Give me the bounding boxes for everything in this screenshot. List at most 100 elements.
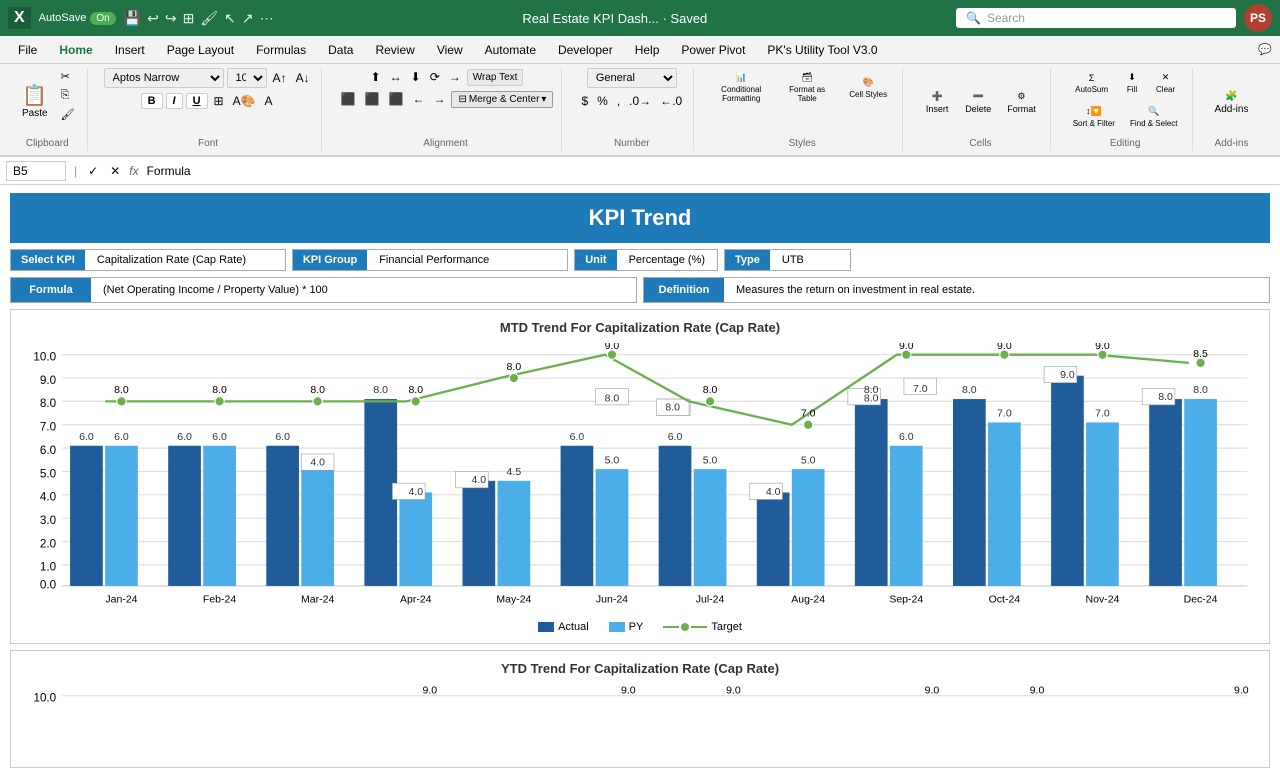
format-painter-button[interactable]: 🖌 xyxy=(57,106,79,123)
fill-color-btn[interactable]: A🎨 xyxy=(230,92,259,110)
number-format-select[interactable]: General xyxy=(587,68,677,88)
check-formula-btn[interactable]: ✓ xyxy=(85,162,101,180)
kpi-group-value[interactable]: Financial Performance xyxy=(367,250,567,270)
font-size-select[interactable]: 10 xyxy=(227,68,267,88)
menu-developer[interactable]: Developer xyxy=(548,39,623,61)
svg-text:8.0: 8.0 xyxy=(1193,384,1208,396)
copy-button[interactable]: ⎘ xyxy=(57,87,79,104)
svg-text:4.0: 4.0 xyxy=(766,486,781,498)
insert-btn[interactable]: ➕ Insert xyxy=(919,87,955,118)
bold-button[interactable]: B xyxy=(141,93,163,109)
comma-btn[interactable]: , xyxy=(614,92,623,110)
cut-button[interactable]: ✂ xyxy=(57,68,79,85)
share-icon[interactable]: ↗ xyxy=(242,10,254,27)
menu-pkutility[interactable]: PK's Utility Tool V3.0 xyxy=(757,39,887,61)
bar-actual-nov xyxy=(1051,376,1084,586)
align-right-btn[interactable]: ⬛ xyxy=(385,90,406,108)
menu-home[interactable]: Home xyxy=(49,39,102,61)
indent-decrease-btn[interactable]: ← xyxy=(409,90,427,108)
menu-pagelayout[interactable]: Page Layout xyxy=(157,39,244,61)
menu-file[interactable]: File xyxy=(8,39,47,61)
cell-reference[interactable] xyxy=(6,161,66,181)
menu-insert[interactable]: Insert xyxy=(105,39,155,61)
cancel-formula-btn[interactable]: ✕ xyxy=(107,162,123,180)
cell-styles-btn[interactable]: 🎨 Cell Styles xyxy=(842,73,894,103)
indent-increase-btn[interactable]: → xyxy=(446,68,464,86)
menubar: File Home Insert Page Layout Formulas Da… xyxy=(0,36,1280,64)
table-icon[interactable]: ⊞ xyxy=(183,10,195,27)
legend-py-color xyxy=(609,622,625,632)
menu-formulas[interactable]: Formulas xyxy=(246,39,316,61)
merge-center-btn[interactable]: ⊟ Merge & Center ▾ xyxy=(451,91,553,108)
legend-actual: Actual xyxy=(538,621,589,633)
select-kpi-value[interactable]: Capitalization Rate (Cap Rate) xyxy=(85,250,285,270)
underline-button[interactable]: U xyxy=(186,93,208,109)
clear-icon: ✕ xyxy=(1162,72,1170,83)
merge-dropdown-icon: ▾ xyxy=(541,94,546,105)
clear-btn[interactable]: ✕ Clear xyxy=(1150,68,1181,98)
conditional-format-btn[interactable]: 📊 Conditional Formatting xyxy=(710,68,772,107)
font-name-select[interactable]: Aptos Narrow xyxy=(104,68,224,88)
redo-icon[interactable]: ↪ xyxy=(165,10,177,27)
menu-data[interactable]: Data xyxy=(318,39,363,61)
menu-view[interactable]: View xyxy=(427,39,473,61)
unit-group: Unit Percentage (%) xyxy=(574,249,718,271)
user-avatar[interactable]: PS xyxy=(1244,4,1272,32)
decrease-font-btn[interactable]: A↓ xyxy=(293,69,313,87)
align-top-btn[interactable]: ⬆ xyxy=(368,68,384,86)
align-bottom-btn[interactable]: ⬇ xyxy=(408,68,424,86)
undo-icon[interactable]: ↩ xyxy=(147,10,159,27)
merge-icon: ⊟ xyxy=(458,94,466,105)
format-btn[interactable]: ⚙ Format xyxy=(1001,87,1042,118)
table-icon: 🗃 xyxy=(801,72,812,83)
comment-icon[interactable]: 💬 xyxy=(1258,43,1272,56)
addins-icon: 🧩 xyxy=(1225,91,1237,102)
delete-btn[interactable]: ➖ Delete xyxy=(959,87,997,118)
wrap-text-btn[interactable]: Wrap Text xyxy=(467,69,524,86)
paint-icon[interactable]: 🖌 xyxy=(200,10,218,27)
search-box[interactable]: 🔍 Search xyxy=(956,8,1236,28)
menu-automate[interactable]: Automate xyxy=(475,39,546,61)
formula-input[interactable]: Formula xyxy=(145,162,1274,180)
svg-text:7.0: 7.0 xyxy=(801,408,816,420)
align-left-btn[interactable]: ⬛ xyxy=(338,90,359,108)
cursor-icon[interactable]: ↖ xyxy=(224,10,236,27)
menu-help[interactable]: Help xyxy=(625,39,670,61)
autosave-toggle[interactable]: On xyxy=(90,12,115,25)
find-select-btn[interactable]: 🔍 Find & Select xyxy=(1124,102,1184,132)
alignment-group: ⬆ ↔ ⬇ ⟳ → Wrap Text ⬛ ⬛ ⬛ ← → ⊟ Merge & … xyxy=(330,68,563,151)
menu-powerpivot[interactable]: Power Pivot xyxy=(671,39,755,61)
align-middle-btn[interactable]: ↔ xyxy=(387,68,405,86)
align-center-btn[interactable]: ⬛ xyxy=(362,90,383,108)
autosum-btn[interactable]: Σ AutoSum xyxy=(1069,69,1114,98)
decrease-decimal-btn[interactable]: ←.0 xyxy=(657,92,685,110)
increase-decimal-btn[interactable]: .0→ xyxy=(626,92,654,110)
increase-font-btn[interactable]: A↑ xyxy=(270,69,290,87)
svg-text:6.0: 6.0 xyxy=(275,431,290,443)
fill-btn[interactable]: ⬇ Fill xyxy=(1117,68,1147,98)
svg-text:Nov-24: Nov-24 xyxy=(1086,593,1120,605)
unit-value[interactable]: Percentage (%) xyxy=(617,250,717,270)
text-direction-btn[interactable]: ⟳ xyxy=(427,68,443,86)
bar-actual-jun xyxy=(561,446,594,586)
menu-review[interactable]: Review xyxy=(365,39,424,61)
border-btn[interactable]: ⊞ xyxy=(211,92,227,110)
currency-btn[interactable]: $ xyxy=(578,92,591,110)
paste-button[interactable]: 📋 Paste xyxy=(16,82,54,123)
settings-icon[interactable]: ⋯ xyxy=(260,10,274,27)
indent-btn[interactable]: → xyxy=(430,90,448,108)
definition-text: Measures the return on investment in rea… xyxy=(724,278,987,302)
style-icon: 🎨 xyxy=(863,77,874,88)
addins-btn[interactable]: 🧩 Add-ins xyxy=(1209,87,1255,119)
italic-button[interactable]: I xyxy=(166,93,183,109)
sort-filter-btn[interactable]: ↕🔽 Sort & Filter xyxy=(1067,102,1121,132)
percent-btn[interactable]: % xyxy=(594,92,611,110)
bar-py-may xyxy=(498,481,531,586)
bar-py-sep xyxy=(890,446,923,586)
svg-text:3.0: 3.0 xyxy=(40,514,57,527)
font-color-btn[interactable]: A xyxy=(262,92,276,110)
format-table-btn[interactable]: 🗃 Format as Table xyxy=(776,68,838,107)
type-value[interactable]: UTB xyxy=(770,250,850,270)
save-icon[interactable]: 💾 xyxy=(124,10,141,27)
cut-icon: ✂ xyxy=(61,70,70,83)
